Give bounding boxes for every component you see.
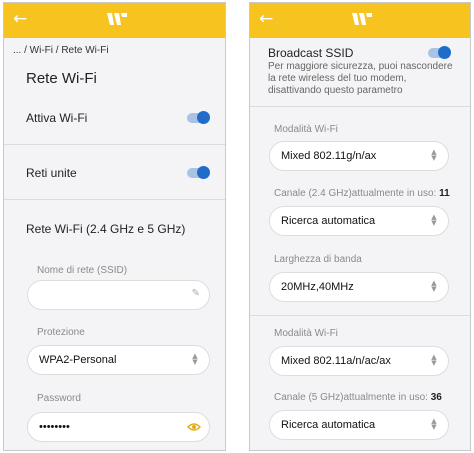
chevron-up-down-icon: ▲ ▼ xyxy=(431,279,437,293)
divider xyxy=(4,199,225,200)
network-section-title: Rete Wi-Fi (2.4 GHz e 5 GHz) xyxy=(26,222,186,236)
channel-5-label-text: Canale (5 GHz)attualmente in uso: xyxy=(274,392,431,403)
chevron-up-down-icon: ▲ ▼ xyxy=(192,352,198,366)
channel-24-number: 11 xyxy=(439,188,450,199)
channel-24-value: Ricerca automatica xyxy=(281,215,376,227)
toggle-knob xyxy=(197,111,210,124)
pencil-icon[interactable]: ✎ xyxy=(192,288,200,299)
right-phone-screen: ← Broadcast SSID Per maggiore sicurezza,… xyxy=(249,2,471,451)
wifi-toggle[interactable] xyxy=(187,111,210,124)
channel-5-select[interactable]: Ricerca automatica ▲ ▼ xyxy=(269,410,449,440)
password-label: Password xyxy=(37,393,81,404)
wifi-mode-5-label: Modalità Wi-Fi xyxy=(274,328,338,339)
toggle-knob xyxy=(438,46,451,59)
broadcast-description-line: Per maggiore sicurezza, puoi nascondere xyxy=(268,61,453,72)
wifi-mode-24-label: Modalità Wi-Fi xyxy=(274,124,338,135)
chevron-up-down-icon: ▲ ▼ xyxy=(431,417,437,431)
wifi-mode-5-select[interactable]: Mixed 802.11a/n/ac/ax ▲ ▼ xyxy=(269,346,449,376)
windtre-logo-icon xyxy=(352,13,372,25)
page-title: Rete Wi-Fi xyxy=(26,70,97,87)
top-app-bar: ← xyxy=(4,3,225,38)
chevron-up-down-icon: ▲ ▼ xyxy=(431,353,437,367)
wifi-toggle-label: Attiva Wi-Fi xyxy=(26,111,88,125)
wifi-mode-24-select[interactable]: Mixed 802.11g/n/ax ▲ ▼ xyxy=(269,141,449,171)
channel-5-value: Ricerca automatica xyxy=(281,419,376,431)
channel-5-number: 36 xyxy=(430,392,442,403)
toggle-knob xyxy=(197,166,210,179)
broadcast-ssid-label: Broadcast SSID xyxy=(268,46,354,60)
ssid-input[interactable]: ✎ xyxy=(27,280,210,310)
merged-networks-toggle-label: Reti unite xyxy=(26,166,77,180)
protection-value: WPA2-Personal xyxy=(39,354,117,366)
divider xyxy=(4,144,225,145)
divider xyxy=(250,315,470,316)
channel-24-select[interactable]: Ricerca automatica ▲ ▼ xyxy=(269,206,449,236)
channel-24-label-text: Canale (2.4 GHz)attualmente in uso: xyxy=(274,188,440,199)
ssid-label: Nome di rete (SSID) xyxy=(37,265,128,276)
broadcast-description-line: la rete wireless del tuo modem, xyxy=(268,73,407,84)
broadcast-ssid-toggle[interactable] xyxy=(428,46,451,59)
broadcast-description-line: disattivando questo parametro xyxy=(268,85,403,96)
arrow-left-icon[interactable]: ← xyxy=(13,9,27,29)
wifi-mode-5-value: Mixed 802.11a/n/ac/ax xyxy=(281,355,391,367)
chevron-up-down-icon: ▲ ▼ xyxy=(431,213,437,227)
breadcrumb[interactable]: ... / Wi-Fi / Rete Wi-Fi xyxy=(13,45,109,56)
left-phone-screen: ← ... / Wi-Fi / Rete Wi-Fi Rete Wi-Fi At… xyxy=(3,2,226,451)
channel-5-label: Canale (5 GHz)attualmente in uso: 36 xyxy=(274,392,442,403)
windtre-logo-icon xyxy=(107,13,127,25)
channel-24-label: Canale (2.4 GHz)attualmente in uso: 11 xyxy=(274,188,450,199)
arrow-left-icon[interactable]: ← xyxy=(259,9,273,29)
merged-networks-toggle[interactable] xyxy=(187,166,210,179)
wifi-mode-24-value: Mixed 802.11g/n/ax xyxy=(281,150,377,162)
password-value: •••••••• xyxy=(39,421,70,433)
bandwidth-label: Larghezza di banda xyxy=(274,254,362,265)
bandwidth-select[interactable]: 20MHz,40MHz ▲ ▼ xyxy=(269,272,449,302)
eye-icon[interactable] xyxy=(187,422,201,432)
protection-select[interactable]: WPA2-Personal ▲ ▼ xyxy=(27,345,210,375)
chevron-up-down-icon: ▲ ▼ xyxy=(431,148,437,162)
top-app-bar: ← xyxy=(250,3,470,38)
bandwidth-value: 20MHz,40MHz xyxy=(281,281,354,293)
protection-label: Protezione xyxy=(37,327,85,338)
password-input[interactable]: •••••••• xyxy=(27,412,210,442)
divider xyxy=(250,106,470,107)
